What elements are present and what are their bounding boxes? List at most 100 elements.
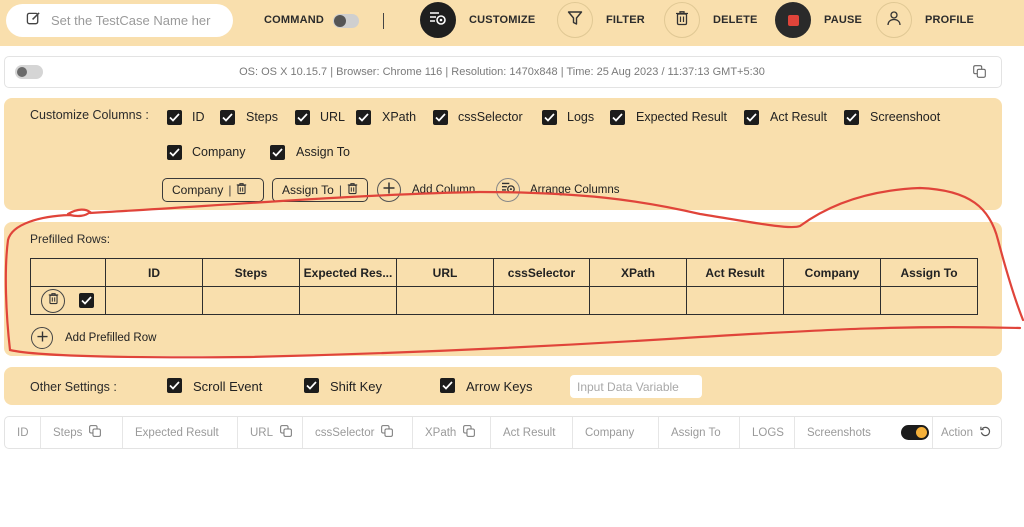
custom-column-chip[interactable]: Assign To | <box>272 178 368 202</box>
profile-button[interactable] <box>876 2 912 38</box>
table-cell[interactable] <box>589 286 687 315</box>
test-steps-header-bar: ID Steps Expected Result URL cssSelector… <box>4 416 1002 449</box>
table-cell[interactable] <box>299 286 397 315</box>
edit-icon <box>26 11 41 31</box>
command-label: COMMAND <box>264 14 325 26</box>
copy-icon[interactable] <box>973 65 986 83</box>
table-cell[interactable] <box>105 286 203 315</box>
testcase-name-input[interactable] <box>51 13 211 28</box>
testcase-name-field[interactable] <box>6 4 233 37</box>
table-cell[interactable] <box>493 286 590 315</box>
command-toggle[interactable] <box>333 14 359 28</box>
pause-label: PAUSE <box>824 14 863 26</box>
copy-icon[interactable] <box>82 425 102 440</box>
delete-label: DELETE <box>713 14 758 26</box>
profile-label: PROFILE <box>925 14 975 26</box>
scroll-event-checkbox[interactable] <box>167 378 182 393</box>
column-checkbox-xpath[interactable] <box>356 110 371 125</box>
column-checkbox-logs[interactable] <box>542 110 557 125</box>
trash-icon[interactable] <box>236 182 247 198</box>
user-icon <box>886 10 902 31</box>
table-cell[interactable] <box>396 286 494 315</box>
column-label-act-result: Act Result <box>770 110 827 124</box>
column-header-company: Company <box>573 417 659 448</box>
row-checkbox[interactable] <box>79 293 95 308</box>
custom-column-chip[interactable]: Company | <box>162 178 264 202</box>
table-header-cell: cssSelector <box>493 258 590 287</box>
copy-icon[interactable] <box>456 425 476 440</box>
shift-key-checkbox[interactable] <box>304 378 319 393</box>
table-header-cell: ID <box>105 258 203 287</box>
column-checkbox-cssselector[interactable] <box>433 110 448 125</box>
table-cell[interactable] <box>686 286 784 315</box>
table-header-cell: URL <box>396 258 494 287</box>
column-checkbox-id[interactable] <box>167 110 182 125</box>
screenshots-toggle[interactable] <box>900 425 929 440</box>
table-header-cell: XPath <box>589 258 687 287</box>
copy-icon[interactable] <box>273 425 292 440</box>
top-toolbar: COMMAND CUSTOMIZE FILTER DELETE PAUSE PR… <box>0 0 1024 46</box>
add-column-label[interactable]: Add Column <box>412 184 475 196</box>
column-checkbox-url[interactable] <box>295 110 310 125</box>
table-header-cell <box>30 258 106 287</box>
table-header-cell: Assign To <box>880 258 978 287</box>
input-data-variable-field[interactable] <box>570 375 702 398</box>
trash-icon[interactable] <box>347 182 358 198</box>
column-checkbox-steps[interactable] <box>220 110 235 125</box>
column-checkbox-assign-to[interactable] <box>270 145 285 160</box>
filter-icon <box>567 10 583 31</box>
add-column-button[interactable] <box>377 178 401 202</box>
prefilled-rows-table: ID Steps Expected Res... URL cssSelector… <box>30 258 978 315</box>
add-prefilled-row-button[interactable] <box>31 327 53 349</box>
delete-row-button[interactable] <box>41 288 65 313</box>
column-checkbox-act-result[interactable] <box>744 110 759 125</box>
filter-button[interactable] <box>557 2 593 38</box>
toolbar-divider <box>383 13 384 29</box>
column-header-xpath: XPath <box>413 417 491 448</box>
filter-label: FILTER <box>606 14 645 26</box>
chip-label: Company <box>172 183 224 197</box>
prefilled-rows-label: Prefilled Rows: <box>30 232 111 246</box>
pause-button[interactable] <box>775 2 811 38</box>
table-header-cell: Act Result <box>686 258 784 287</box>
shift-key-label: Shift Key <box>330 379 383 394</box>
column-checkbox-expected-result[interactable] <box>610 110 625 125</box>
column-label-steps: Steps <box>246 110 278 124</box>
stop-icon <box>787 14 799 26</box>
refresh-icon[interactable] <box>973 426 991 440</box>
column-label-assign-to: Assign To <box>296 145 350 159</box>
column-header-expected-result: Expected Result <box>123 417 238 448</box>
table-row <box>30 286 978 315</box>
customize-columns-label: Customize Columns : <box>30 108 149 122</box>
column-label-logs: Logs <box>567 110 595 124</box>
arrow-keys-checkbox[interactable] <box>440 378 455 393</box>
column-header-screenshots: Screenshots <box>795 417 933 448</box>
column-header-logs: LOGS <box>740 417 795 448</box>
table-cell[interactable] <box>202 286 300 315</box>
scroll-event-label: Scroll Event <box>193 379 263 394</box>
chip-label: Assign To <box>282 183 334 197</box>
column-checkbox-company[interactable] <box>167 145 182 160</box>
column-header-cssselector: cssSelector <box>303 417 413 448</box>
column-header-action: Action <box>933 417 1001 448</box>
arrange-columns-label[interactable]: Arrange Columns <box>530 184 619 196</box>
delete-button[interactable] <box>664 2 700 38</box>
table-cell[interactable] <box>783 286 881 315</box>
customize-button[interactable] <box>420 2 456 38</box>
column-header-url: URL <box>238 417 303 448</box>
customize-icon <box>429 10 447 31</box>
trash-icon <box>48 292 59 310</box>
arrange-columns-button[interactable] <box>496 178 520 202</box>
column-header-act-result: Act Result <box>491 417 573 448</box>
column-label-id: ID <box>192 110 205 124</box>
customize-icon <box>501 181 516 199</box>
column-label-url: URL <box>320 110 346 124</box>
add-prefilled-row-label[interactable]: Add Prefilled Row <box>65 332 156 344</box>
table-header-row: ID Steps Expected Res... URL cssSelector… <box>30 258 978 287</box>
copy-icon[interactable] <box>374 425 394 440</box>
column-checkbox-screenshoot[interactable] <box>844 110 859 125</box>
table-cell[interactable] <box>880 286 978 315</box>
trash-icon <box>675 10 689 31</box>
row-actions-cell <box>30 286 106 315</box>
column-label-screenshoot: Screenshoot <box>870 110 941 124</box>
